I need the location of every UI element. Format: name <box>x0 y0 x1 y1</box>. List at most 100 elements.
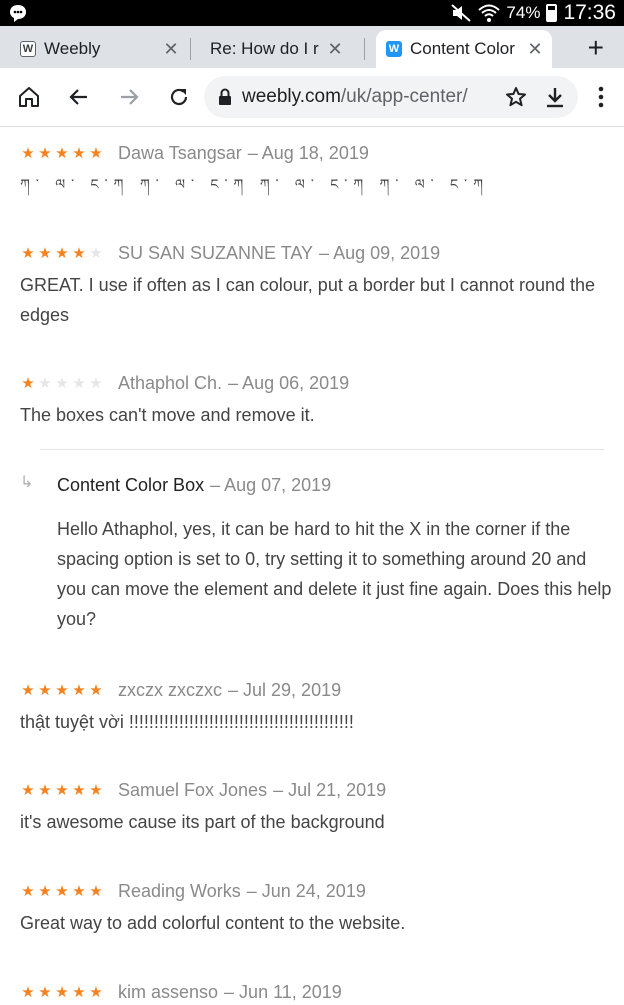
star-rating: ★ ★ ★ ★ ★ <box>20 374 104 392</box>
star-empty-icon: ★ <box>38 375 52 392</box>
star-filled-icon: ★ <box>72 682 86 699</box>
reply-date: – Aug 07, 2019 <box>210 474 332 495</box>
star-filled-icon: ★ <box>55 145 69 162</box>
review-item: ★ ★ ★ ★ ★ Athaphol Ch. – Aug 06, 2019 The boxe… <box>20 370 610 430</box>
clock: 17:36 <box>563 1 616 24</box>
star-filled-icon: ★ <box>21 682 35 699</box>
star-filled-icon: ★ <box>21 782 35 799</box>
review-text: thật tuyệt vời !!!!!!!!!!!!!!!!!!!!!!!!!… <box>20 712 354 732</box>
browser-toolbar: weebly.com/uk/app-center/ <box>0 68 624 127</box>
star-filled-icon: ★ <box>55 883 69 900</box>
star-filled-icon: ★ <box>38 145 52 162</box>
review-date: – Jul 29, 2019 <box>228 679 342 700</box>
star-filled-icon: ★ <box>38 682 52 699</box>
forward-arrow-icon[interactable] <box>114 82 144 112</box>
star-rating: ★ ★ ★ ★ ★ <box>20 983 104 1001</box>
star-filled-icon: ★ <box>89 984 103 1001</box>
review-author: Reading Works <box>118 880 241 901</box>
review-item: ★ ★ ★ ★ ★ kim assenso – Jun 11, 2019 <box>20 979 610 1005</box>
wifi-icon <box>478 4 501 22</box>
star-rating: ★ ★ ★ ★ ★ <box>20 681 104 699</box>
tab-separator <box>364 38 365 60</box>
review-date: – Jul 21, 2019 <box>273 779 387 800</box>
star-filled-icon: ★ <box>72 883 86 900</box>
tab-title: Re: How do I r <box>210 39 319 58</box>
star-filled-icon: ★ <box>55 682 69 699</box>
review-date: – Jun 11, 2019 <box>224 981 342 1002</box>
review-date: – Aug 18, 2019 <box>247 142 369 163</box>
reload-icon[interactable] <box>164 82 194 112</box>
close-tab-icon[interactable]: ✕ <box>160 39 182 60</box>
star-filled-icon: ★ <box>89 682 103 699</box>
reply-arrow-icon: ↳ <box>20 474 34 491</box>
review-text: it's awesome cause its part of the backg… <box>20 812 385 832</box>
tab-strip: W Weebly ✕ Re: How do I r ✕ W Content Co… <box>0 26 624 68</box>
back-arrow-icon[interactable] <box>64 82 94 112</box>
star-filled-icon: ★ <box>89 883 103 900</box>
tab-weebly[interactable]: W Weebly ✕ <box>10 30 188 68</box>
star-empty-icon: ★ <box>72 375 86 392</box>
review-item: ★ ★ ★ ★ ★ zxczx zxczxc – Jul 29, 2019 thật tuy… <box>20 677 610 737</box>
star-filled-icon: ★ <box>38 245 52 262</box>
review-text: Great way to add colorful content to the… <box>20 913 406 933</box>
star-filled-icon: ★ <box>72 245 86 262</box>
tab-content-color[interactable]: W Content Color ✕ <box>376 30 552 68</box>
download-icon[interactable] <box>544 85 566 109</box>
more-options-icon[interactable] <box>586 82 616 112</box>
star-empty-icon: ★ <box>89 375 103 392</box>
star-rating: ★ ★ ★ ★ ★ <box>20 882 104 900</box>
review-author: Athaphol Ch. <box>118 372 223 393</box>
review-date: – Jun 24, 2019 <box>246 880 366 901</box>
new-tab-plus-icon[interactable]: + <box>588 34 604 62</box>
close-tab-icon[interactable]: ✕ <box>324 39 346 60</box>
status-bar: 74% 17:36 <box>0 0 624 26</box>
url-text[interactable]: weebly.com/uk/app-center/ <box>242 86 492 108</box>
review-text: ཀ་ ལ་ ང་ཀ ཀ་ ལ་ ང་ཀ ཀ་ ལ་ ང་ཀ ཀ་ ལ་ ང་ཀ <box>20 177 489 193</box>
star-empty-icon: ★ <box>89 245 103 262</box>
star-filled-icon: ★ <box>38 883 52 900</box>
review-text: The boxes can't move and remove it. <box>20 405 315 425</box>
star-rating: ★ ★ ★ ★ ★ <box>20 144 104 162</box>
battery-percentage: 74% <box>506 3 541 22</box>
star-rating: ★ ★ ★ ★ ★ <box>20 244 104 262</box>
tab-title: Weebly <box>44 39 101 58</box>
star-filled-icon: ★ <box>38 984 52 1001</box>
star-filled-icon: ★ <box>72 984 86 1001</box>
review-item: ★ ★ ★ ★ ★ Reading Works – Jun 24, 2019 Great w… <box>20 878 610 938</box>
star-filled-icon: ★ <box>55 245 69 262</box>
review-date: – Aug 09, 2019 <box>319 242 441 263</box>
message-notification-icon <box>10 5 26 22</box>
review-author: Samuel Fox Jones <box>118 779 268 800</box>
star-filled-icon: ★ <box>72 145 86 162</box>
review-author: zxczx zxczxc <box>118 679 223 700</box>
reply-divider <box>40 449 604 450</box>
star-filled-icon: ★ <box>72 782 86 799</box>
address-bar[interactable]: weebly.com/uk/app-center/ <box>204 76 578 118</box>
review-date: – Aug 06, 2019 <box>228 372 350 393</box>
review-item: ★ ★ ★ ★ ★ SU SAN SUZANNE TAY – Aug 09, 2019 GR… <box>20 240 610 330</box>
review-author: Dawa Tsangsar <box>118 142 242 163</box>
review-author: kim assenso <box>118 981 219 1002</box>
mute-icon <box>451 4 472 22</box>
star-filled-icon: ★ <box>21 145 35 162</box>
weebly-favicon-icon: W <box>386 41 402 57</box>
review-author: SU SAN SUZANNE TAY <box>118 242 314 263</box>
star-filled-icon: ★ <box>38 782 52 799</box>
star-filled-icon: ★ <box>89 145 103 162</box>
star-filled-icon: ★ <box>21 883 35 900</box>
reply-author: Content Color Box <box>57 474 205 495</box>
star-filled-icon: ★ <box>21 245 35 262</box>
star-filled-icon: ★ <box>21 375 35 392</box>
bookmark-star-icon[interactable] <box>504 85 528 109</box>
star-filled-icon: ★ <box>55 782 69 799</box>
tab-title: Content Color <box>410 39 515 58</box>
home-icon[interactable] <box>14 82 44 112</box>
review-item: ★ ★ ★ ★ ★ Dawa Tsangsar – Aug 18, 2019 ཀ་ ལ་ ང… <box>20 140 610 200</box>
tab-forum-reply[interactable]: Re: How do I r ✕ <box>200 30 352 68</box>
close-tab-icon[interactable]: ✕ <box>524 39 546 60</box>
lock-icon <box>219 88 231 105</box>
weebly-favicon-icon: W <box>20 41 36 57</box>
star-empty-icon: ★ <box>55 375 69 392</box>
star-filled-icon: ★ <box>21 984 35 1001</box>
tab-separator <box>190 38 191 60</box>
